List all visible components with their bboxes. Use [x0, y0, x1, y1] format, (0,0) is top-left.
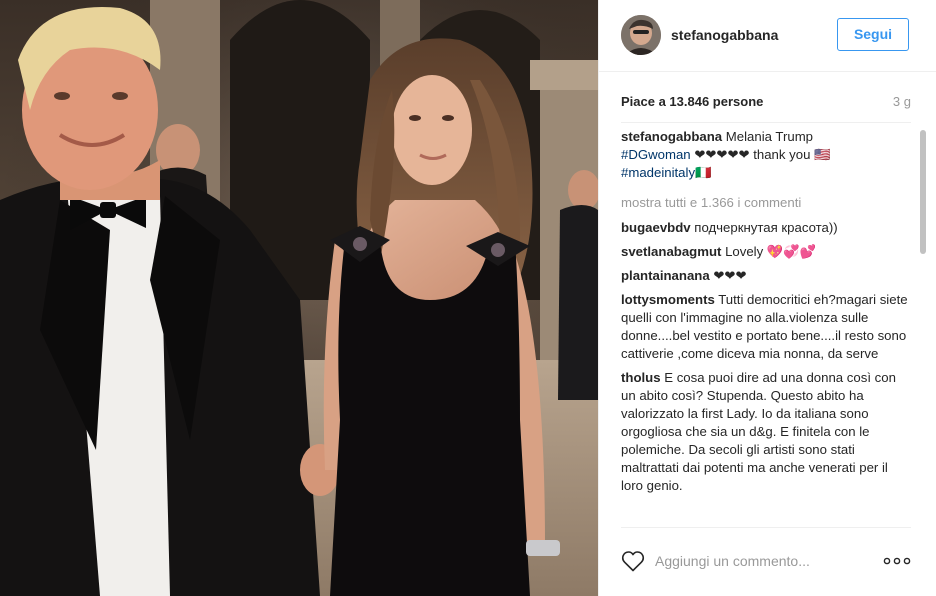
caption: stefanogabbana Melania Trump #DGwoman ❤︎… — [621, 128, 911, 182]
post-stats: Piace a 13.846 persone 3 g — [621, 94, 911, 114]
divider — [621, 527, 911, 528]
hashtag-dgwoman[interactable]: #DGwoman — [621, 147, 691, 162]
scrollbar-thumb[interactable] — [920, 130, 926, 254]
post-container: stefanogabbana Segui Piace a 13.846 pers… — [0, 0, 936, 596]
comment-username[interactable]: lottysmoments — [621, 292, 715, 307]
comment-username[interactable]: tholus — [621, 370, 661, 385]
comment-item: lottysmoments Tutti democritici eh?magar… — [621, 291, 911, 363]
comment-item: plantainanana ❤︎❤︎❤︎ — [621, 267, 911, 285]
comments-list[interactable]: stefanogabbana Melania Trump #DGwoman ❤︎… — [621, 128, 911, 527]
post-side-panel: stefanogabbana Segui Piace a 13.846 pers… — [598, 0, 936, 596]
hashtag-madeinitaly[interactable]: #madeinitaly — [621, 165, 695, 180]
likes-count[interactable]: Piace a 13.846 persone — [621, 94, 763, 109]
user-avatar[interactable] — [621, 15, 661, 55]
avatar-photo-icon — [621, 15, 661, 55]
comment-text: Lovely 💖💞💕 — [725, 244, 817, 259]
comment-item: bugaevbdv подчеркнутая красота)) — [621, 219, 911, 237]
add-comment-input[interactable] — [655, 549, 875, 573]
load-more-comments-link[interactable]: mostra tutti e 1.366 i commenti — [621, 194, 911, 212]
caption-text-2: ❤︎❤︎❤︎❤︎❤︎ thank you 🇺🇸 — [694, 147, 831, 162]
comment-username[interactable]: plantainanana — [621, 268, 710, 283]
flag-emoji: 🇮🇹 — [695, 165, 712, 180]
caption-text: Melania Trump — [725, 129, 814, 144]
more-options-icon[interactable] — [882, 554, 912, 568]
header-username[interactable]: stefanogabbana — [671, 27, 778, 43]
post-header: stefanogabbana Segui — [599, 0, 936, 72]
post-time[interactable]: 3 g — [893, 94, 911, 109]
comment-item: tholus E cosa puoi dire ad una donna cos… — [621, 369, 911, 495]
caption-username[interactable]: stefanogabbana — [621, 129, 722, 144]
divider — [621, 122, 911, 123]
post-photo[interactable] — [0, 0, 598, 596]
comment-item: svetlanabagmut Lovely 💖💞💕 — [621, 243, 911, 261]
heart-icon[interactable] — [621, 550, 645, 572]
comment-text: подчеркнутая красота)) — [694, 220, 838, 235]
comment-text: E cosa puoi dire ad una donna così con u… — [621, 370, 896, 493]
comment-footer — [599, 540, 936, 584]
comment-username[interactable]: svetlanabagmut — [621, 244, 721, 259]
comment-text: ❤︎❤︎❤︎ — [713, 268, 747, 283]
comments-scrollbar[interactable] — [919, 130, 927, 525]
comment-username[interactable]: bugaevbdv — [621, 220, 691, 235]
follow-button[interactable]: Segui — [837, 18, 909, 51]
post-image-illustration — [0, 0, 598, 596]
